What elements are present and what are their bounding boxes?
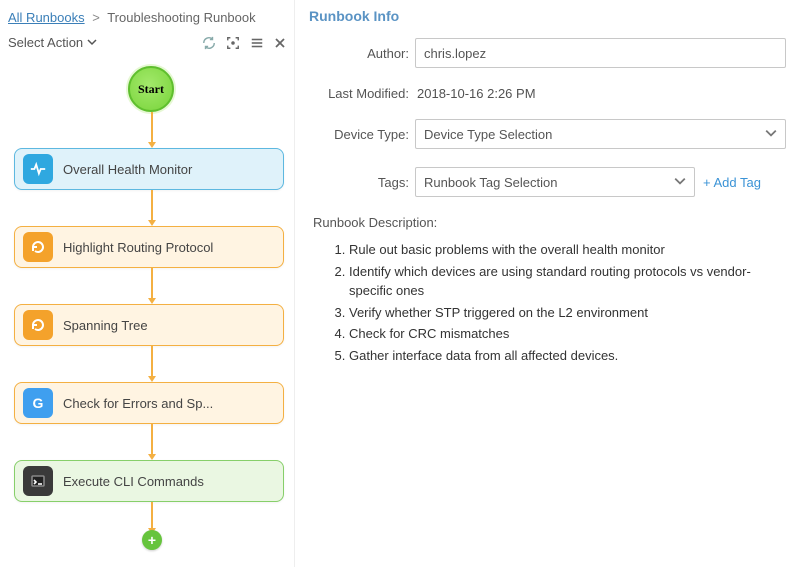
refresh-icon[interactable]: [202, 36, 216, 50]
step-overall-health[interactable]: Overall Health Monitor: [14, 148, 284, 190]
author-row: Author:: [309, 38, 786, 68]
select-action-label: Select Action: [8, 35, 83, 50]
step-label: Execute CLI Commands: [63, 474, 204, 489]
step-label: Check for Errors and Sp...: [63, 396, 213, 411]
description-list: Rule out basic problems with the overall…: [309, 240, 786, 365]
health-monitor-icon: [23, 154, 53, 184]
flow-connector: [151, 346, 153, 376]
flow-connector: [151, 424, 153, 454]
start-node-label: Start: [138, 82, 164, 97]
author-label: Author:: [309, 46, 409, 61]
flow-connector: [151, 502, 153, 528]
step-label: Highlight Routing Protocol: [63, 240, 213, 255]
last-modified-row: Last Modified: 2018-10-16 2:26 PM: [309, 86, 786, 101]
flow-tool-icons: [202, 36, 286, 50]
description-item: Rule out basic problems with the overall…: [349, 240, 786, 260]
close-icon[interactable]: [274, 37, 286, 49]
step-execute-cli[interactable]: Execute CLI Commands: [14, 460, 284, 502]
breadcrumb-separator: >: [92, 10, 100, 25]
flow-toolbar: Select Action: [6, 31, 288, 58]
select-action-dropdown[interactable]: Select Action: [8, 35, 97, 50]
add-tag-link[interactable]: + Add Tag: [703, 175, 761, 190]
tags-row: Tags: Runbook Tag Selection + Add Tag: [309, 167, 786, 197]
runbook-info-panel: Runbook Info Author: Last Modified: 2018…: [295, 0, 800, 567]
description-item: Gather interface data from all affected …: [349, 346, 786, 366]
description-label: Runbook Description:: [313, 215, 786, 230]
focus-icon[interactable]: [226, 36, 240, 50]
spanning-tree-icon: [23, 310, 53, 340]
step-check-errors[interactable]: G Check for Errors and Sp...: [14, 382, 284, 424]
step-highlight-routing[interactable]: Highlight Routing Protocol: [14, 226, 284, 268]
breadcrumb-link-root[interactable]: All Runbooks: [8, 10, 85, 25]
breadcrumb-current: Troubleshooting Runbook: [107, 10, 255, 25]
step-label: Spanning Tree: [63, 318, 148, 333]
add-step-button[interactable]: +: [142, 530, 162, 550]
routing-protocol-icon: [23, 232, 53, 262]
step-spanning-tree[interactable]: Spanning Tree: [14, 304, 284, 346]
description-item: Identify which devices are using standar…: [349, 262, 786, 301]
device-type-label: Device Type:: [309, 127, 409, 142]
breadcrumb: All Runbooks > Troubleshooting Runbook: [6, 8, 288, 31]
step-label: Overall Health Monitor: [63, 162, 192, 177]
last-modified-value: 2018-10-16 2:26 PM: [415, 86, 536, 101]
description-item: Check for CRC mismatches: [349, 324, 786, 344]
tags-label: Tags:: [309, 175, 409, 190]
device-type-row: Device Type: Device Type Selection: [309, 119, 786, 149]
last-modified-label: Last Modified:: [309, 86, 409, 101]
left-panel: All Runbooks > Troubleshooting Runbook S…: [0, 0, 295, 567]
start-node[interactable]: Start: [128, 66, 174, 112]
device-type-placeholder: Device Type Selection: [424, 127, 552, 142]
chevron-down-icon: [674, 175, 686, 190]
terminal-icon: [23, 466, 53, 496]
chevron-down-icon: [765, 127, 777, 142]
tags-select[interactable]: Runbook Tag Selection: [415, 167, 695, 197]
author-input[interactable]: [415, 38, 786, 68]
chevron-down-icon: [87, 35, 97, 50]
list-icon[interactable]: [250, 36, 264, 50]
flow-connector: [151, 190, 153, 220]
flow-canvas: Start Overall Health Monitor Highlight R…: [6, 58, 288, 558]
device-type-select[interactable]: Device Type Selection: [415, 119, 786, 149]
tags-placeholder: Runbook Tag Selection: [424, 175, 557, 190]
flow-connector: [151, 112, 153, 142]
flow-connector: [151, 268, 153, 298]
grid-letter-icon: G: [23, 388, 53, 418]
panel-title: Runbook Info: [309, 4, 786, 38]
add-icon: +: [148, 532, 156, 548]
description-item: Verify whether STP triggered on the L2 e…: [349, 303, 786, 323]
